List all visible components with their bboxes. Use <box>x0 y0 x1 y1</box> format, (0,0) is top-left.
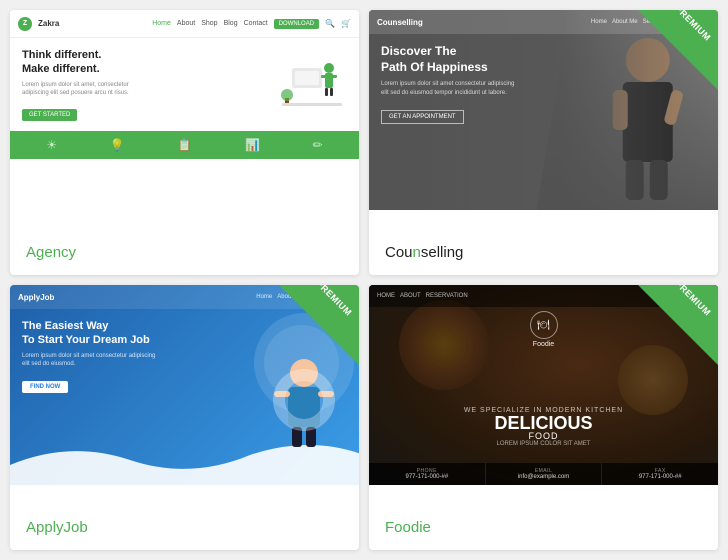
applyjob-premium-triangle <box>279 285 359 365</box>
agency-nav-shop: Shop <box>201 20 217 27</box>
counselling-logo: Counselling <box>377 18 423 27</box>
agency-hero-title: Think different.Make different. <box>22 48 269 77</box>
agency-logo-text: Zakra <box>38 19 59 28</box>
counselling-cta: GET AN APPOINTMENT <box>381 110 464 124</box>
food-logo-icon: 🍽 <box>530 311 558 339</box>
food-title-large: FOOD <box>369 432 718 441</box>
food-nav-reservation: RESERVATION <box>426 293 468 299</box>
agency-hero-cta: GET STARTED <box>22 109 77 121</box>
agency-illustration <box>277 48 347 118</box>
agency-logo-icon: Z <box>18 17 32 31</box>
agency-hero: Think different.Make different. Lorem ip… <box>10 38 359 131</box>
agency-bar-icon-1: ☀ <box>46 138 57 152</box>
applyjob-preview: ApplyJob Home About Us Job Blog Help The… <box>10 285 359 505</box>
applyjob-card[interactable]: ApplyJob Home About Us Job Blog Help The… <box>10 285 359 550</box>
agency-nav-contact: Contact <box>244 20 268 27</box>
counselling-preview: Counselling Home About Me Service Articl… <box>369 10 718 230</box>
agency-icon-bar: ☀ 💡 📋 📊 ✏ <box>10 131 359 159</box>
food-footer-phone: PHONE 977-171-000-## <box>369 463 486 485</box>
agency-hero-desc: Lorem ipsum dolor sit amet, consectetura… <box>22 81 269 98</box>
food-footer: PHONE 977-171-000-## EMAIL info@example.… <box>369 463 718 485</box>
applyjob-label: ApplyJob <box>10 505 359 550</box>
agency-nav-blog: Blog <box>224 20 238 27</box>
counselling-label-highlight: n <box>413 244 421 261</box>
agency-nav-links: Home About Shop Blog Contact DOWNLOAD 🔍 … <box>152 19 351 29</box>
applyjob-logo: ApplyJob <box>18 293 54 302</box>
food-footer-email: EMAIL info@example.com <box>486 463 603 485</box>
agency-bar-icon-4: 📊 <box>245 138 260 152</box>
agency-label: Agency <box>10 230 359 275</box>
food-label: Foodie <box>369 505 718 550</box>
agency-navbar: Z Zakra Home About Shop Blog Contact DOW… <box>10 10 359 38</box>
food-logo-name: Foodie <box>530 341 558 348</box>
food-logo: 🍽 Foodie <box>530 311 558 348</box>
agency-card[interactable]: Z Zakra Home About Shop Blog Contact DOW… <box>10 10 359 275</box>
food-nav-home: HOME <box>377 293 395 299</box>
agency-hero-content: Think different.Make different. Lorem ip… <box>22 48 269 121</box>
food-card[interactable]: HOME ABOUT RESERVATION 🍽 Foodie WE SPECI… <box>369 285 718 550</box>
agency-nav-home: Home <box>152 20 171 27</box>
applyjob-cta: FIND NOW <box>22 381 68 393</box>
agency-search-icon: 🔍 <box>325 19 335 28</box>
coun-nav-about: About Me <box>612 19 638 25</box>
counselling-premium-triangle <box>638 10 718 90</box>
food-desc: LOREM IPSUM COLOR SIT AMET <box>369 441 718 447</box>
agency-bar-icon-5: ✏ <box>313 138 323 152</box>
food-premium-triangle <box>638 285 718 365</box>
food-preview: HOME ABOUT RESERVATION 🍽 Foodie WE SPECI… <box>369 285 718 505</box>
agency-bar-icon-3: 📋 <box>177 138 192 152</box>
coun-nav-home: Home <box>591 19 607 25</box>
counselling-label: Counselling <box>369 230 718 275</box>
agency-cart-icon: 🛒 <box>341 19 351 28</box>
counselling-hero: Discover ThePath Of Happiness Lorem ipsu… <box>381 44 521 124</box>
agency-nav-about: About <box>177 20 195 27</box>
applyjob-desc: Lorem ipsum dolor sit amet consectetur a… <box>22 352 162 369</box>
agency-preview: Z Zakra Home About Shop Blog Contact DOW… <box>10 10 359 230</box>
food-nav-about: ABOUT <box>400 293 421 299</box>
food-title: delicious FOOD <box>369 414 718 441</box>
counselling-card[interactable]: Counselling Home About Me Service Articl… <box>369 10 718 275</box>
template-grid: Z Zakra Home About Shop Blog Contact DOW… <box>10 10 718 550</box>
counselling-desc: Lorem ipsum dolor sit amet consectetur a… <box>381 80 521 97</box>
agency-download-btn: DOWNLOAD <box>274 19 319 29</box>
applyjob-person <box>264 355 344 455</box>
agency-bar-icon-2: 💡 <box>110 138 125 152</box>
aj-nav-home: Home <box>256 294 272 300</box>
food-hero: WE SPECIALIZE IN MODERN KITCHEN deliciou… <box>369 407 718 447</box>
counselling-title: Discover ThePath Of Happiness <box>381 44 521 75</box>
food-footer-fax: FAX 977-171-000-## <box>602 463 718 485</box>
